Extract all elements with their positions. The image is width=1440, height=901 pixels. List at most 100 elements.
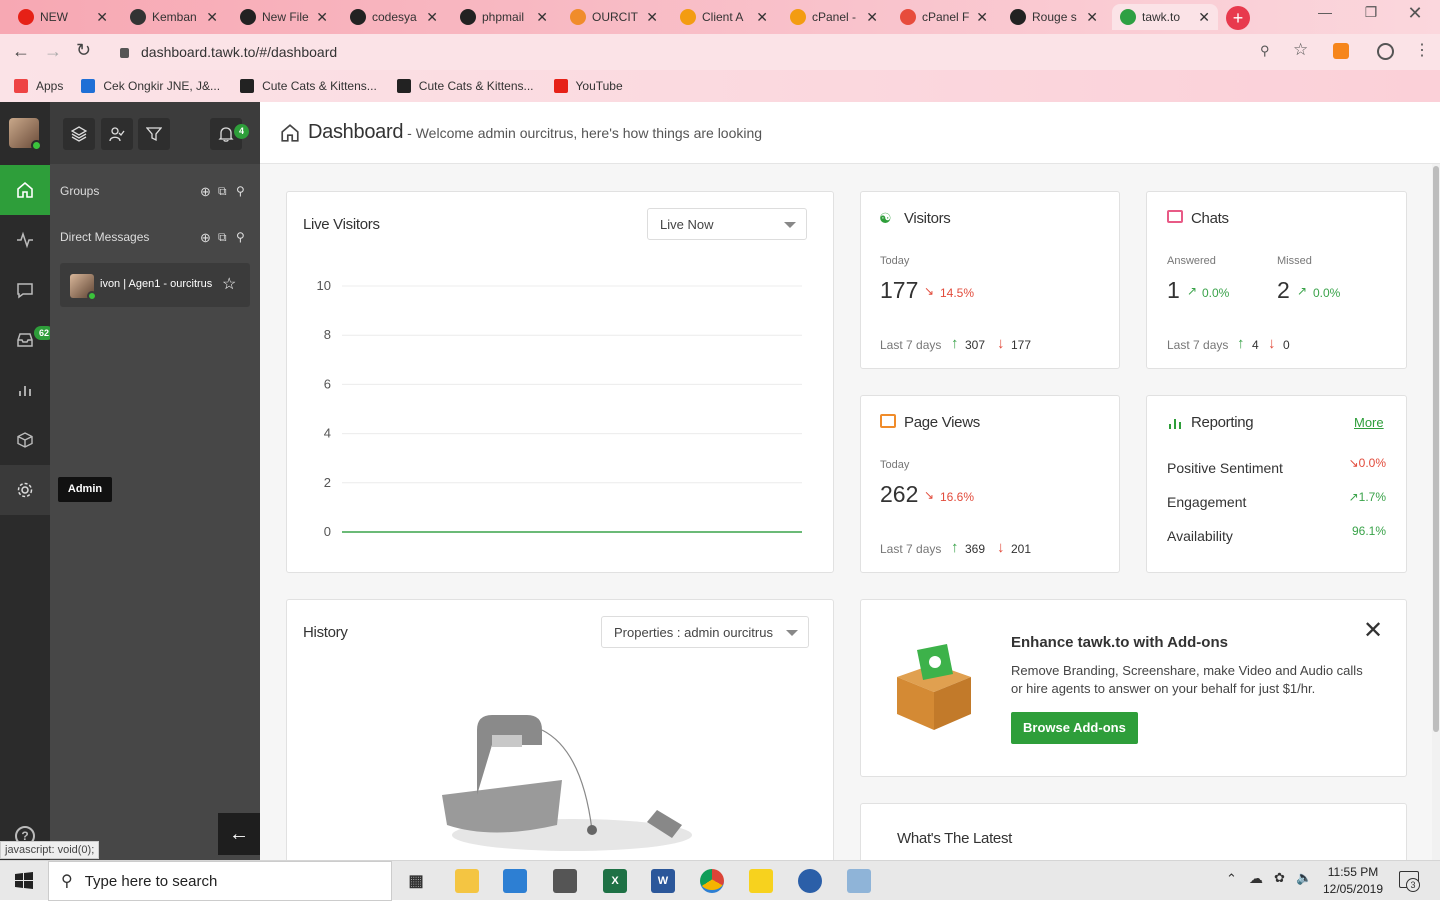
left-rail: 62 ? bbox=[0, 102, 55, 860]
copy-dm-icon[interactable]: ⧉ bbox=[218, 230, 227, 245]
live-visitors-card: Live Visitors Live Now 0 2 4 6 8 10 bbox=[286, 191, 834, 573]
search-group-icon[interactable]: ⚲ bbox=[236, 184, 245, 198]
close-tab-icon[interactable]: ✕ bbox=[646, 9, 658, 26]
new-tab-button[interactable]: + bbox=[1226, 6, 1250, 30]
windows-start-icon[interactable] bbox=[15, 872, 33, 890]
file-explorer-icon[interactable] bbox=[455, 869, 479, 893]
rail-home[interactable] bbox=[0, 165, 50, 215]
arrow-down-icon: ↓ bbox=[1268, 335, 1276, 352]
key-icon[interactable]: ⚲ bbox=[1260, 43, 1270, 59]
close-tab-icon[interactable]: ✕ bbox=[96, 9, 108, 26]
word-icon[interactable]: W bbox=[651, 869, 675, 893]
close-tab-icon[interactable]: ✕ bbox=[536, 9, 548, 26]
browser-tab[interactable]: Client A ✕ bbox=[672, 4, 776, 30]
tab-title: Client A bbox=[702, 10, 744, 24]
browser-tab[interactable]: Kemban ✕ bbox=[122, 4, 226, 30]
store-icon[interactable] bbox=[503, 869, 527, 893]
close-tab-icon[interactable]: ✕ bbox=[426, 9, 438, 26]
close-window-button[interactable]: ✕ bbox=[1400, 3, 1430, 27]
rail-inbox[interactable] bbox=[0, 315, 50, 365]
close-tab-icon[interactable]: ✕ bbox=[316, 9, 328, 26]
properties-switch-button[interactable] bbox=[63, 118, 95, 150]
bookmark-star-icon[interactable]: ☆ bbox=[1293, 40, 1308, 60]
browser-tab[interactable]: cPanel F ✕ bbox=[892, 4, 996, 30]
page-views-down-value: 201 bbox=[1011, 542, 1032, 556]
search-dm-icon[interactable]: ⚲ bbox=[236, 230, 245, 244]
onedrive-icon[interactable]: ☁ bbox=[1249, 870, 1263, 887]
cpanel-icon bbox=[790, 9, 806, 25]
tab-title: cPanel F bbox=[922, 10, 970, 24]
rail-messaging[interactable] bbox=[0, 265, 50, 315]
arrow-up-icon: ↑ bbox=[951, 539, 959, 556]
reporting-row-value: 96.1% bbox=[1352, 524, 1386, 538]
close-icon[interactable]: ✕ bbox=[1363, 616, 1383, 645]
collapse-panel-button[interactable]: ← bbox=[218, 813, 260, 855]
rail-admin[interactable] bbox=[0, 465, 50, 515]
minimize-window-button[interactable]: — bbox=[1310, 4, 1340, 28]
profile-icon[interactable] bbox=[1377, 43, 1394, 60]
wifi-icon[interactable]: ✿ bbox=[1274, 870, 1285, 886]
browser-tab[interactable]: NEW ✕ bbox=[10, 4, 116, 30]
rail-reporting[interactable] bbox=[0, 365, 50, 415]
restore-window-button[interactable]: ❐ bbox=[1356, 4, 1386, 28]
browser-tab[interactable]: New File ✕ bbox=[232, 4, 336, 30]
taskbar-search-box[interactable]: ⚲ Type here to search bbox=[48, 861, 392, 901]
browser-tab[interactable]: Rouge s ✕ bbox=[1002, 4, 1106, 30]
close-tab-icon[interactable]: ✕ bbox=[1086, 9, 1098, 26]
mail-icon[interactable] bbox=[553, 869, 577, 893]
browser-menu-icon[interactable]: ⋮ bbox=[1414, 40, 1430, 60]
rail-monitoring[interactable] bbox=[0, 215, 50, 265]
arrow-up-icon: ↑ bbox=[1237, 335, 1245, 352]
app-icon[interactable] bbox=[798, 869, 822, 893]
scrollbar-thumb[interactable] bbox=[1433, 166, 1439, 732]
hacker-icon bbox=[130, 9, 146, 25]
close-tab-icon[interactable]: ✕ bbox=[1198, 9, 1210, 26]
add-dm-icon[interactable]: ⊕ bbox=[200, 230, 211, 246]
browse-addons-button[interactable]: Browse Add-ons bbox=[1011, 712, 1138, 744]
metamask-extension-icon[interactable] bbox=[1333, 43, 1349, 59]
visitors-today-value: 177 bbox=[880, 277, 919, 303]
reload-button[interactable]: ↻ bbox=[76, 40, 91, 61]
close-tab-icon[interactable]: ✕ bbox=[756, 9, 768, 26]
close-tab-icon[interactable]: ✕ bbox=[866, 9, 878, 26]
notepad-icon[interactable] bbox=[847, 869, 871, 893]
reporting-more-link[interactable]: More bbox=[1354, 415, 1384, 430]
volume-icon[interactable]: 🔈 bbox=[1296, 870, 1312, 886]
show-hidden-icons-icon[interactable]: ⌃ bbox=[1226, 871, 1237, 887]
browser-tab[interactable]: tawk.to ✕ bbox=[1112, 4, 1218, 30]
chrome-icon[interactable] bbox=[700, 869, 724, 893]
browser-tab[interactable]: cPanel - ✕ bbox=[782, 4, 886, 30]
add-group-icon[interactable]: ⊕ bbox=[200, 184, 211, 200]
agent-status-button[interactable] bbox=[101, 118, 133, 150]
favorite-star-icon[interactable]: ☆ bbox=[222, 274, 236, 294]
live-visitors-title: Live Visitors bbox=[303, 216, 380, 233]
browser-tab[interactable]: codesya ✕ bbox=[342, 4, 446, 30]
copy-group-icon[interactable]: ⧉ bbox=[218, 184, 227, 199]
rail-addons[interactable] bbox=[0, 415, 50, 465]
close-tab-icon[interactable]: ✕ bbox=[206, 9, 218, 26]
back-button[interactable]: ← bbox=[12, 41, 30, 62]
bookmark-item[interactable]: Cute Cats & Kittens... bbox=[396, 79, 534, 93]
browser-tab[interactable]: OURCIT ✕ bbox=[562, 4, 666, 30]
url-input[interactable]: dashboard.tawk.to/#/dashboard bbox=[108, 38, 1328, 66]
bookmark-item[interactable]: Cek Ongkir JNE, J&... bbox=[81, 79, 220, 93]
excel-icon[interactable]: X bbox=[603, 869, 627, 893]
bookmark-item[interactable]: YouTube bbox=[553, 79, 623, 93]
live-visitors-dropdown[interactable]: Live Now bbox=[647, 208, 807, 240]
dm-list-item[interactable]: ivon | Agen1 - ourcitrus ☆ bbox=[60, 263, 250, 307]
bookmark-item[interactable]: Cute Cats & Kittens... bbox=[240, 79, 377, 93]
scrollbar[interactable] bbox=[1432, 164, 1440, 860]
lock-icon bbox=[120, 48, 129, 58]
cpanel-icon bbox=[900, 9, 916, 25]
task-view-icon[interactable]: ▦ bbox=[404, 869, 428, 893]
taskbar-clock[interactable]: 11:55 PM 12/05/2019 bbox=[1320, 864, 1386, 898]
history-property-dropdown[interactable]: Properties : admin ourcitrus bbox=[601, 616, 809, 648]
close-tab-icon[interactable]: ✕ bbox=[976, 9, 988, 26]
browser-tab[interactable]: phpmail ✕ bbox=[452, 4, 556, 30]
page-views-title: Page Views bbox=[904, 414, 980, 431]
filter-button[interactable] bbox=[138, 118, 170, 150]
reporting-card: Reporting More Positive Sentiment ↘0.0% En… bbox=[1146, 395, 1407, 573]
apps-shortcut[interactable]: Apps bbox=[14, 79, 63, 93]
forward-button[interactable]: → bbox=[44, 41, 62, 62]
sticky-notes-icon[interactable] bbox=[749, 869, 773, 893]
